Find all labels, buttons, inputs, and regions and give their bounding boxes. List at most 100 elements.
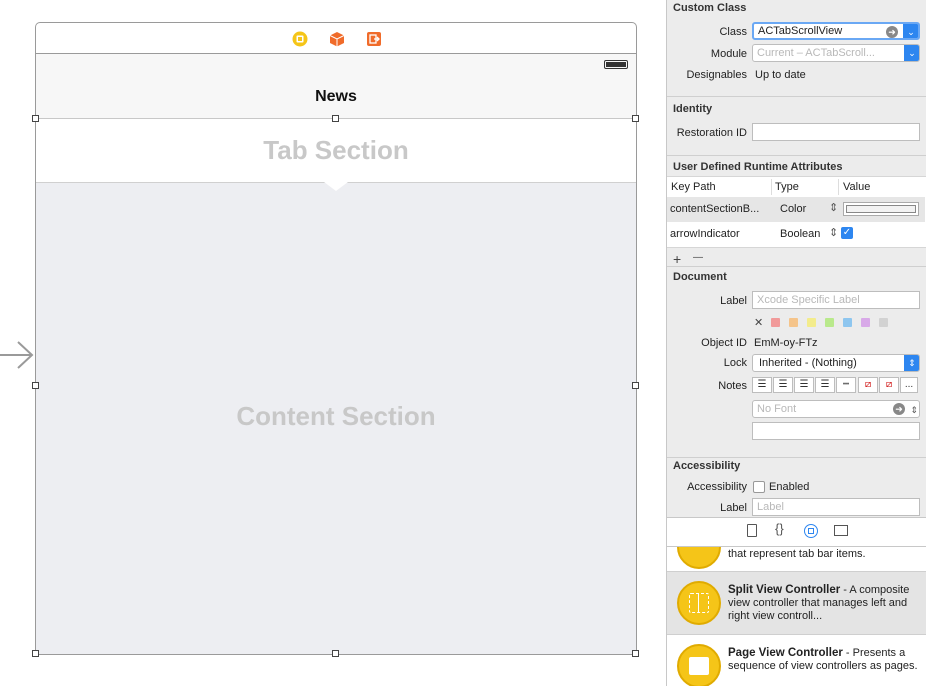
- align-right-icon[interactable]: ☰: [794, 377, 814, 393]
- lock-label: Lock: [723, 357, 747, 369]
- text-color-icon[interactable]: ⧄: [858, 377, 878, 393]
- library-item-title: Page View Controller: [728, 647, 843, 659]
- go-to-class-icon[interactable]: ➜: [886, 26, 898, 38]
- library-tab-bar: {}: [667, 517, 926, 547]
- resize-handle[interactable]: [32, 650, 39, 657]
- accessibility-label-field[interactable]: Label: [752, 498, 920, 516]
- xcode-label-field[interactable]: Xcode Specific Label: [752, 291, 920, 309]
- lock-popup-arrow-icon: ⇕: [904, 355, 919, 371]
- tab-section[interactable]: Tab Section: [36, 119, 636, 183]
- add-attribute-button[interactable]: +: [673, 251, 681, 267]
- label-color-swatch[interactable]: [771, 318, 780, 327]
- navigation-bar[interactable]: News: [36, 54, 636, 119]
- resize-handle[interactable]: [632, 115, 639, 122]
- class-value: ACTabScrollView: [758, 25, 843, 37]
- label-color-swatch[interactable]: [807, 318, 816, 327]
- object-library-icon[interactable]: [804, 524, 818, 538]
- type-stepper-icon[interactable]: ⇕: [829, 201, 838, 214]
- nav-title: News: [315, 88, 357, 105]
- value-column-header[interactable]: Value: [843, 181, 870, 193]
- arrow-indicator: [324, 182, 348, 191]
- resize-handle[interactable]: [332, 115, 339, 122]
- accessibility-enabled-label: Enabled: [769, 481, 810, 493]
- library-item[interactable]: Page View Controller - Presents a sequen…: [667, 635, 926, 686]
- module-field[interactable]: Current – ACTabScroll... ⌄: [752, 44, 920, 62]
- page-view-controller-icon: [677, 644, 721, 686]
- object-id-label: Object ID: [701, 337, 747, 349]
- boolean-checkbox[interactable]: ✓: [841, 227, 853, 239]
- entry-point-arrow-icon[interactable]: [0, 340, 34, 370]
- tab-bar-controller-icon: [677, 547, 721, 569]
- restoration-id-field[interactable]: [752, 123, 920, 141]
- font-stepper-icon[interactable]: ⇕: [910, 402, 918, 417]
- label-color-swatch[interactable]: [879, 318, 888, 327]
- align-natural-icon[interactable]: ┅: [836, 377, 856, 393]
- code-snippet-library-icon[interactable]: {}: [775, 521, 784, 536]
- resize-handle[interactable]: [332, 650, 339, 657]
- accessibility-enabled-checkbox[interactable]: [753, 481, 765, 493]
- font-field[interactable]: No Font ➜ ⇕: [752, 400, 920, 418]
- attribute-type[interactable]: Color: [780, 203, 806, 215]
- resize-handle[interactable]: [32, 115, 39, 122]
- accessibility-section-title: Accessibility: [673, 460, 741, 472]
- align-left-icon[interactable]: ☰: [752, 377, 772, 393]
- notes-field[interactable]: [752, 422, 920, 440]
- restoration-id-label: Restoration ID: [676, 127, 747, 139]
- type-column-header[interactable]: Type: [775, 181, 799, 193]
- align-justify-icon[interactable]: ☰: [815, 377, 835, 393]
- color-well[interactable]: [843, 202, 919, 216]
- library-item[interactable]: Split View Controller - A composite view…: [667, 572, 926, 634]
- label-color-swatch[interactable]: [789, 318, 798, 327]
- class-field[interactable]: ACTabScrollView ➜ ⌄: [752, 22, 920, 40]
- attribute-key-path[interactable]: arrowIndicator: [670, 228, 740, 240]
- resize-handle[interactable]: [632, 382, 639, 389]
- view-controller-scene[interactable]: News Tab Section Content Section: [35, 53, 637, 655]
- attribute-type[interactable]: Boolean: [780, 228, 820, 240]
- remove-attribute-button[interactable]: —: [693, 252, 703, 263]
- attribute-row[interactable]: arrowIndicator Boolean ⇕ ✓: [667, 222, 925, 247]
- more-options-button[interactable]: ...: [900, 377, 918, 393]
- class-dropdown-icon[interactable]: ⌄: [903, 24, 918, 38]
- class-label: Class: [719, 26, 747, 38]
- align-center-icon[interactable]: ☰: [773, 377, 793, 393]
- library-item-title: Split View Controller: [728, 584, 841, 596]
- file-template-library-icon[interactable]: [747, 524, 757, 537]
- doc-label-label: Label: [720, 295, 747, 307]
- identity-inspector: Custom Class Class ACTabScrollView ➜ ⌄ M…: [666, 0, 926, 686]
- content-section[interactable]: Content Section: [36, 183, 636, 654]
- battery-icon: [604, 60, 628, 69]
- divider: [667, 266, 926, 267]
- module-placeholder: Current – ACTabScroll...: [757, 47, 875, 59]
- scene-dock[interactable]: [35, 22, 637, 54]
- lock-popup[interactable]: Inherited - (Nothing) ⇕: [752, 354, 920, 372]
- lock-value: Inherited - (Nothing): [759, 357, 857, 369]
- font-picker-icon[interactable]: ➜: [893, 403, 905, 415]
- split-view-controller-icon: [677, 581, 721, 625]
- module-label: Module: [710, 48, 747, 60]
- library-item[interactable]: that represent tab bar items.: [667, 547, 926, 571]
- runtime-attributes-table: Key Path Type Value contentSectionB... C…: [667, 176, 926, 248]
- resize-handle[interactable]: [32, 382, 39, 389]
- designables-value: Up to date: [755, 69, 806, 81]
- document-section-title: Document: [673, 271, 727, 283]
- attribute-key-path[interactable]: contentSectionB...: [670, 203, 759, 215]
- background-color-icon[interactable]: ⧄: [879, 377, 899, 393]
- attribute-row[interactable]: contentSectionB... Color ⇕: [667, 197, 925, 222]
- label-color-swatch[interactable]: [861, 318, 870, 327]
- key-path-column-header[interactable]: Key Path: [671, 181, 716, 193]
- type-stepper-icon[interactable]: ⇕: [829, 226, 838, 239]
- view-controller-icon[interactable]: [292, 31, 308, 47]
- clear-color-label-icon[interactable]: ✕: [754, 316, 763, 329]
- accessibility-label-label: Label: [720, 502, 747, 514]
- divider: [667, 155, 926, 156]
- resize-handle[interactable]: [632, 650, 639, 657]
- font-placeholder: No Font: [757, 403, 797, 415]
- label-color-swatch[interactable]: [825, 318, 834, 327]
- library-item-text: Page View Controller - Presents a sequen…: [728, 647, 920, 673]
- storyboard-canvas[interactable]: News Tab Section Content Section: [0, 0, 666, 686]
- module-dropdown-icon[interactable]: ⌄: [904, 45, 919, 61]
- exit-icon[interactable]: [366, 31, 382, 47]
- first-responder-icon[interactable]: [329, 31, 345, 47]
- media-library-icon[interactable]: [834, 525, 848, 536]
- label-color-swatch[interactable]: [843, 318, 852, 327]
